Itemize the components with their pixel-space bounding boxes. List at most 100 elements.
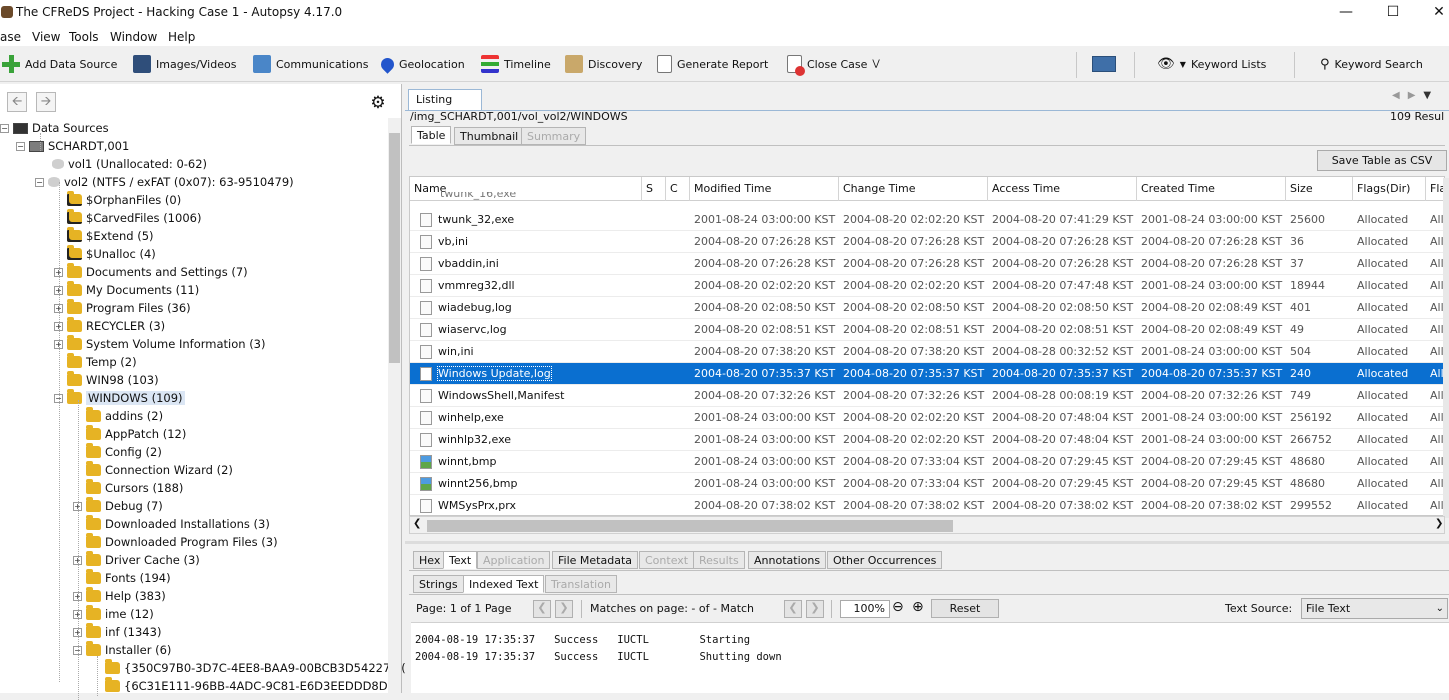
tree-node-folder[interactable]: + RECYCLER (3) [54, 317, 165, 335]
keyword-lists-button[interactable]: 👁 ▼ Keyword Lists [1157, 55, 1266, 73]
column-header-created-time[interactable]: Created Time [1137, 177, 1286, 201]
tree-node-folder[interactable]: $CarvedFiles (1006) [54, 209, 201, 227]
collapse-icon[interactable]: − [0, 123, 9, 133]
menu-help[interactable]: Help [168, 30, 195, 44]
text-content-area[interactable]: 2004-08-19 17:35:37 Success IUCTL Starti… [411, 622, 1449, 693]
tree-node-folder[interactable]: + ime (12) [73, 605, 154, 623]
prev-page-button[interactable]: ❮ [533, 600, 551, 618]
maximize-button[interactable]: ☐ [1370, 0, 1416, 26]
tree-node-folder[interactable]: − Installer (6) [73, 641, 171, 659]
table-row[interactable]: WindowsShell,Manifest 2004-08-20 07:32:26… [410, 385, 1444, 407]
tree-scrollbar-thumb[interactable] [389, 133, 400, 363]
menu-tools[interactable]: Tools [69, 30, 99, 44]
back-button[interactable]: 🡨 [7, 92, 27, 112]
collapse-icon[interactable]: − [35, 177, 44, 187]
tree-node-folder[interactable]: Downloaded Installations (3) [73, 515, 270, 533]
collapse-icon[interactable]: − [16, 141, 25, 151]
tree-node-folder[interactable]: {350C97B0-3D7C-4EE8-BAA9-00BCB3D54227} (… [92, 659, 413, 677]
menu-case[interactable]: ase [0, 30, 21, 44]
tree-node-data-sources[interactable]: − Data Sources [0, 119, 109, 137]
scroll-right-icon[interactable]: ❯ [1435, 518, 1443, 529]
tree-node-folder[interactable]: $Extend (5) [54, 227, 154, 245]
tree-node-folder[interactable]: $Unalloc (4) [54, 245, 156, 263]
timeline-button[interactable]: Timeline [481, 55, 551, 73]
zoom-out-icon[interactable]: ⊖ [892, 599, 904, 615]
column-header-size[interactable]: Size [1286, 177, 1353, 201]
reset-zoom-button[interactable]: Reset [931, 599, 999, 618]
tree-node-folder[interactable]: + Driver Cache (3) [73, 551, 200, 569]
forward-button[interactable]: 🡪 [36, 92, 56, 112]
column-header-change-time[interactable]: Change Time [839, 177, 988, 201]
tab-summary[interactable]: Summary [521, 127, 587, 145]
zoom-in-icon[interactable]: ⊕ [912, 599, 924, 615]
zoom-input[interactable]: 100% [840, 600, 890, 618]
tab-table[interactable]: Table [411, 126, 452, 144]
tree-node-folder[interactable]: {6C31E111-96BB-4ADC-9C81-E6D3EEDDD8D3} ( [92, 677, 410, 695]
generate-report-button[interactable]: Generate Report [657, 55, 768, 73]
tree-node-image[interactable]: − SCHARDT,001 [16, 137, 129, 155]
mail-icon[interactable] [1092, 56, 1116, 72]
discovery-button[interactable]: Discovery [565, 55, 642, 73]
tab-content-application[interactable]: Application [477, 551, 551, 569]
table-row[interactable]: win,ini 2004-08-20 07:38:20 KST 2004-08-20… [410, 341, 1444, 363]
menu-window[interactable]: Window [110, 30, 157, 44]
tree-node-folder[interactable]: + Help (383) [73, 587, 166, 605]
table-row[interactable]: winhlp32,exe 2001-08-24 03:00:00 KST 2004-… [410, 429, 1444, 451]
table-row[interactable]: winnt256,bmp 2001-08-24 03:00:00 KST 2004-… [410, 473, 1444, 495]
tree-node-vol1[interactable]: vol1 (Unallocated: 0-62) [52, 155, 207, 173]
text-source-select[interactable]: File Text ⌄ [1301, 598, 1448, 619]
minimize-button[interactable]: — [1323, 0, 1369, 26]
table-row[interactable]: twunk_32,exe 2001-08-24 03:00:00 KST 2004-… [410, 209, 1444, 231]
column-header-comment[interactable]: C [666, 177, 690, 201]
tree-node-folder[interactable]: + Program Files (36) [54, 299, 191, 317]
tab-listing[interactable]: Listing [408, 89, 482, 110]
column-header-score[interactable]: S [642, 177, 666, 201]
tree-node-folder[interactable]: Cursors (188) [73, 479, 183, 497]
table-row[interactable]: vbaddin,ini 2004-08-20 07:26:28 KST 2004-0… [410, 253, 1444, 275]
horizontal-scrollbar-thumb[interactable] [427, 520, 953, 532]
tree-node-folder[interactable]: + Documents and Settings (7) [54, 263, 248, 281]
tab-content-other-occurrences[interactable]: Other Occurrences [827, 551, 943, 569]
tab-content-file-metadata[interactable]: File Metadata [552, 551, 638, 569]
add-data-source-button[interactable]: Add Data Source [2, 55, 117, 73]
column-header-modified-time[interactable]: Modified Time [690, 177, 839, 201]
table-row[interactable]: winhelp,exe 2001-08-24 03:00:00 KST 2004-0… [410, 407, 1444, 429]
tab-content-text[interactable]: Text [443, 551, 478, 569]
tree-node-folder[interactable]: + inf (1343) [73, 623, 161, 641]
tree-node-folder[interactable]: − WINDOWS (109) [54, 389, 185, 407]
table-row[interactable]: WMSysPrx,prx 2004-08-20 07:38:02 KST 2004-… [410, 495, 1444, 515]
subtab-strings[interactable]: Strings [413, 575, 464, 593]
communications-button[interactable]: Communications [253, 55, 368, 73]
gear-icon[interactable]: ⚙ [367, 92, 389, 114]
next-match-button[interactable]: ❯ [806, 600, 824, 618]
tree-node-folder[interactable]: WIN98 (103) [54, 371, 159, 389]
tab-content-context[interactable]: Context [639, 551, 695, 569]
column-header-flags-dir[interactable]: Flags(Dir) [1353, 177, 1426, 201]
subtab-translation[interactable]: Translation [545, 575, 617, 593]
tree-node-vol2[interactable]: − vol2 (NTFS / exFAT (0x07): 63-9510479) [35, 173, 294, 191]
images-videos-button[interactable]: Images/Videos [133, 55, 236, 73]
tree-node-folder[interactable]: + System Volume Information (3) [54, 335, 265, 353]
save-table-csv-button[interactable]: Save Table as CSV [1317, 150, 1447, 171]
table-row[interactable]: winnt,bmp 2001-08-24 03:00:00 KST 2004-08-… [410, 451, 1444, 473]
tree-node-folder[interactable]: Temp (2) [54, 353, 137, 371]
menu-view[interactable]: View [32, 30, 60, 44]
tab-content-annotations[interactable]: Annotations [748, 551, 827, 569]
tree-node-folder[interactable]: Fonts (194) [73, 569, 171, 587]
tree-node-folder[interactable]: addins (2) [73, 407, 163, 425]
subtab-indexed-text[interactable]: Indexed Text [463, 575, 545, 593]
geolocation-button[interactable]: Geolocation [378, 54, 465, 74]
tree-node-folder[interactable]: Connection Wizard (2) [73, 461, 233, 479]
tree-node-folder[interactable]: Config (2) [73, 443, 162, 461]
close-window-button[interactable]: ✕ [1416, 0, 1449, 26]
table-row[interactable]: vmmreg32,dll 2004-08-20 02:02:20 KST 2004-… [410, 275, 1444, 297]
tree-node-folder[interactable]: + My Documents (11) [54, 281, 199, 299]
next-page-button[interactable]: ❯ [555, 600, 573, 618]
prev-match-button[interactable]: ❮ [784, 600, 802, 618]
table-row[interactable]: wiaservc,log 2004-08-20 02:08:51 KST 2004-… [410, 319, 1444, 341]
tree-node-folder[interactable]: AppPatch (12) [73, 425, 186, 443]
tree-node-folder[interactable]: $OrphanFiles (0) [54, 191, 181, 209]
panel-nav-arrows[interactable]: ◀▶▼ [1392, 90, 1439, 101]
tab-content-results[interactable]: Results [693, 551, 745, 569]
close-case-button[interactable]: Close Case ⋁ [787, 55, 880, 76]
